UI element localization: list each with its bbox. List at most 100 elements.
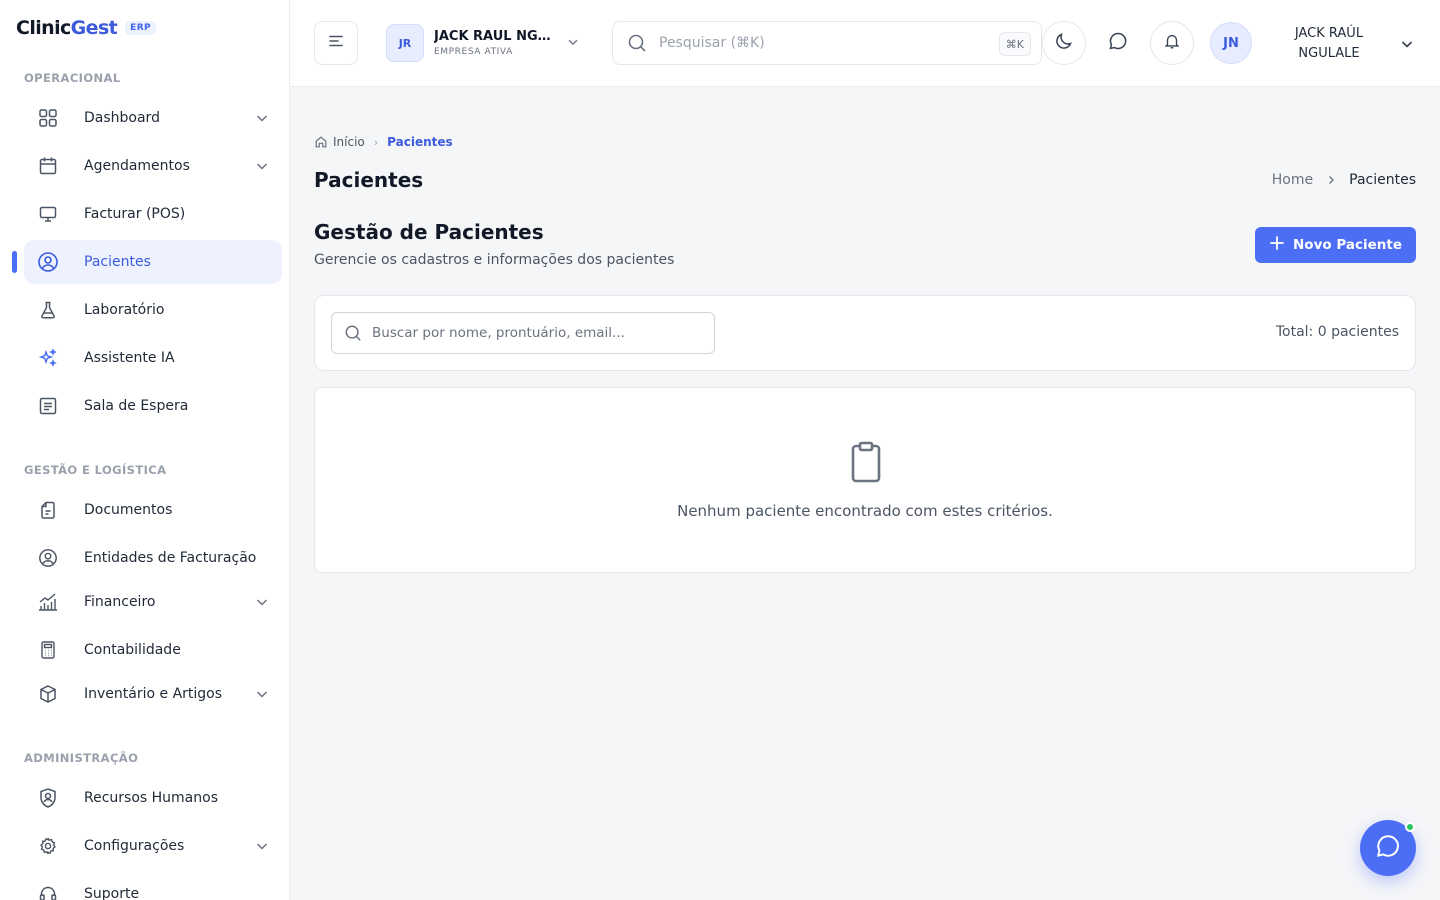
sidebar-item-agendamentos[interactable]: Agendamentos xyxy=(24,144,282,188)
section-subtitle: Gerencie os cadastros e informações dos … xyxy=(314,252,675,268)
chevron-down-icon[interactable] xyxy=(1399,36,1415,56)
calculator-icon xyxy=(37,639,59,661)
sidebar-item-label: Sala de Espera xyxy=(84,398,189,414)
breadcrumb-current: Pacientes xyxy=(1349,172,1416,188)
section-label-administracao: ADMINISTRAÇÃO xyxy=(24,751,139,765)
patient-search-input[interactable] xyxy=(372,325,702,341)
breadcrumb-current: Pacientes xyxy=(387,135,453,149)
user-circle-icon xyxy=(37,547,59,569)
chevron-down-icon xyxy=(254,110,270,130)
breadcrumb-home-link[interactable]: Home xyxy=(1272,172,1313,188)
sidebar-item-label: Facturar (POS) xyxy=(84,206,186,222)
chevron-down-icon xyxy=(254,686,270,706)
company-status: EMPRESA ATIVA xyxy=(434,47,513,57)
sidebar-item-inventario[interactable]: Inventário e Artigos xyxy=(24,672,282,716)
global-search-input[interactable] xyxy=(659,35,979,51)
grid-icon xyxy=(37,107,59,129)
sidebar-item-laboratorio[interactable]: Laboratório xyxy=(24,288,282,332)
section-label-gestao: GESTÃO E LOGÍSTICA xyxy=(24,463,167,477)
sidebar-item-label: Pacientes xyxy=(84,254,151,270)
sidebar-item-label: Laboratório xyxy=(84,302,165,318)
sidebar-item-label: Financeiro xyxy=(84,594,156,610)
sidebar-item-sala-de-espera[interactable]: Sala de Espera xyxy=(24,384,282,428)
company-switcher[interactable]: JR JACK RAÚL NGULALE EMPRESA ATIVA xyxy=(386,24,580,62)
breadcrumb-home-link[interactable]: Início xyxy=(333,135,365,149)
sidebar-item-pacientes[interactable]: Pacientes xyxy=(24,240,282,284)
user-circle-icon xyxy=(37,251,59,273)
document-icon xyxy=(37,499,59,521)
new-patient-label: Novo Paciente xyxy=(1293,237,1402,253)
sidebar-item-label: Assistente IA xyxy=(84,350,175,366)
user-avatar[interactable]: JN xyxy=(1210,22,1252,64)
page-title: Pacientes xyxy=(314,168,424,192)
sidebar-item-label: Dashboard xyxy=(84,110,160,126)
company-name: JACK RAÚL NGULALE xyxy=(434,29,554,44)
chevron-down-icon xyxy=(566,34,580,53)
breadcrumb-separator: › xyxy=(373,135,379,149)
theme-toggle-button[interactable] xyxy=(1042,21,1086,65)
sidebar-item-label: Entidades de Facturação xyxy=(84,550,257,566)
user-name[interactable]: JACK RAÚL NGULALE xyxy=(1280,24,1378,64)
sidebar: ClinicGest ERP OPERACIONAL Dashboard Age… xyxy=(0,0,290,900)
brand-logo[interactable]: ClinicGest ERP xyxy=(16,17,157,39)
shortcut-badge: ⌘K xyxy=(998,32,1031,56)
sidebar-item-financeiro[interactable]: Financeiro xyxy=(24,580,282,624)
empty-state-card: Nenhum paciente encontrado com estes cri… xyxy=(314,387,1416,573)
brand-name: ClinicGest xyxy=(16,17,118,39)
messages-button[interactable] xyxy=(1096,21,1140,65)
sidebar-item-recursos-humanos[interactable]: Recursos Humanos xyxy=(24,776,282,820)
sidebar-item-contabilidade[interactable]: Contabilidade xyxy=(24,628,282,672)
chat-icon xyxy=(1108,31,1128,55)
new-patient-button[interactable]: Novo Paciente xyxy=(1255,227,1416,263)
sidebar-item-suporte[interactable]: Suporte xyxy=(24,872,282,900)
breadcrumb-secondary: Home Pacientes xyxy=(1272,172,1416,188)
online-status-dot xyxy=(1405,822,1415,832)
list-icon xyxy=(37,395,59,417)
filter-card: Total: 0 pacientes xyxy=(314,295,1416,371)
sidebar-item-documentos[interactable]: Documentos xyxy=(24,488,282,532)
sidebar-item-label: Inventário e Artigos xyxy=(84,686,223,702)
section-title: Gestão de Pacientes xyxy=(314,220,544,244)
clipboard-icon xyxy=(846,440,886,488)
sidebar-item-entidades[interactable]: Entidades de Facturação xyxy=(24,536,282,580)
menu-toggle-button[interactable] xyxy=(314,21,358,65)
calendar-icon xyxy=(37,155,59,177)
sidebar-item-assistente-ia[interactable]: Assistente IA xyxy=(24,336,282,380)
chart-icon xyxy=(37,591,59,613)
chevron-right-icon xyxy=(1325,174,1337,186)
sidebar-item-label: Configurações xyxy=(84,838,185,854)
sidebar-item-dashboard[interactable]: Dashboard xyxy=(24,96,282,140)
plus-icon xyxy=(1269,235,1285,255)
sidebar-item-configuracoes[interactable]: Configurações xyxy=(24,824,282,868)
chat-icon xyxy=(1375,833,1401,863)
sidebar-item-label: Recursos Humanos xyxy=(84,790,218,806)
active-indicator xyxy=(12,251,17,273)
breadcrumb: Início › Pacientes xyxy=(314,135,453,149)
sparkles-icon xyxy=(37,347,59,369)
company-avatar: JR xyxy=(386,24,424,62)
moon-icon xyxy=(1054,31,1074,55)
bell-icon xyxy=(1163,32,1181,54)
top-bar: JR JACK RAÚL NGULALE EMPRESA ATIVA ⌘K JN… xyxy=(290,0,1440,87)
empty-state-message: Nenhum paciente encontrado com estes cri… xyxy=(677,502,1053,520)
box-icon xyxy=(37,683,59,705)
brand-badge: ERP xyxy=(125,21,157,35)
sidebar-item-label: Contabilidade xyxy=(84,642,181,658)
menu-icon xyxy=(327,32,345,54)
sidebar-item-facturar[interactable]: Facturar (POS) xyxy=(24,192,282,236)
sidebar-item-label: Agendamentos xyxy=(84,158,190,174)
chevron-down-icon xyxy=(254,838,270,858)
search-icon xyxy=(627,33,647,53)
home-icon xyxy=(314,135,328,149)
flask-icon xyxy=(37,299,59,321)
chevron-down-icon xyxy=(254,594,270,614)
search-icon xyxy=(344,324,362,342)
shield-user-icon xyxy=(37,787,59,809)
notifications-button[interactable] xyxy=(1150,21,1194,65)
sidebar-item-label: Documentos xyxy=(84,502,173,518)
monitor-icon xyxy=(37,203,59,225)
patient-search[interactable] xyxy=(331,312,715,354)
global-search[interactable]: ⌘K xyxy=(612,21,1042,65)
headset-icon xyxy=(37,883,59,900)
chevron-down-icon xyxy=(254,158,270,178)
